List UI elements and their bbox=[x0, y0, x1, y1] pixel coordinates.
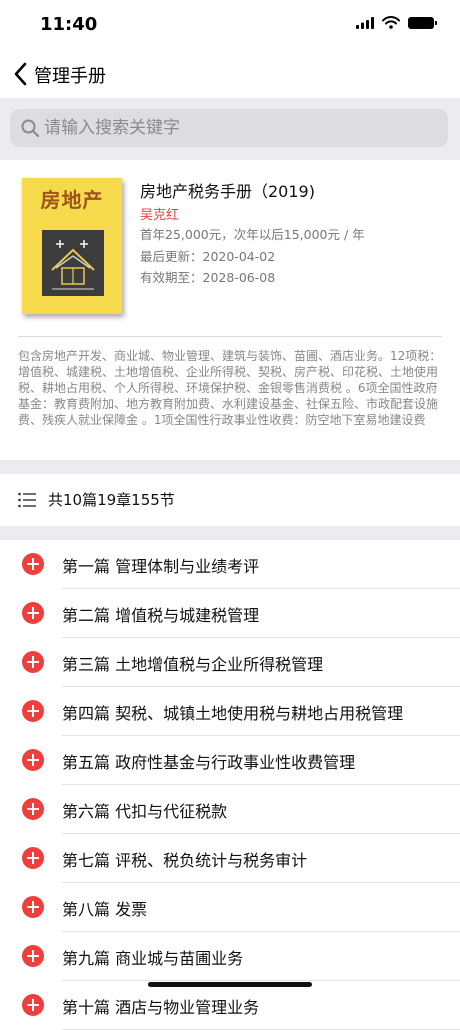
expand-plus-icon[interactable] bbox=[22, 651, 44, 673]
chapter-item[interactable]: 第二篇 增值税与城建税管理 bbox=[0, 589, 460, 638]
status-icons bbox=[356, 16, 437, 29]
back-chevron-icon[interactable] bbox=[12, 62, 30, 86]
chapter-item[interactable]: 第一篇 管理体制与业绩考评 bbox=[0, 540, 460, 589]
expand-plus-icon[interactable] bbox=[22, 553, 44, 575]
section-gap bbox=[0, 526, 460, 540]
chapter-item[interactable]: 第五篇 政府性基金与行政事业性收费管理 bbox=[0, 736, 460, 785]
chapter-label: 第八篇 发票 bbox=[62, 900, 148, 919]
expand-plus-icon[interactable] bbox=[22, 994, 44, 1016]
nav-bar: 管理手册 bbox=[0, 50, 460, 98]
expand-plus-icon[interactable] bbox=[22, 602, 44, 624]
search-box[interactable] bbox=[10, 109, 448, 147]
divider bbox=[18, 336, 442, 337]
chapter-item[interactable]: 第三篇 土地增值税与企业所得税管理 bbox=[0, 638, 460, 687]
chapter-label: 第一篇 管理体制与业绩考评 bbox=[62, 557, 260, 576]
chapter-item[interactable]: 第七篇 评税、税负统计与税务审计 bbox=[0, 834, 460, 883]
book-expires: 有效期至：2028-06-08 bbox=[140, 270, 276, 285]
status-bar: 11:40 bbox=[0, 0, 460, 50]
chapter-list: 第一篇 管理体制与业绩考评 第二篇 增值税与城建税管理 第三篇 土地增值税与企业… bbox=[0, 540, 460, 1030]
chapter-label: 第十篇 酒店与物业管理业务 bbox=[62, 998, 260, 1017]
book-last-update: 最后更新：2020-04-02 bbox=[140, 249, 276, 264]
book-card: 房地产 房地产税务手册（2019) 吴克红 首年25,000元，次年以后15,0… bbox=[0, 160, 460, 460]
chapter-label: 第三篇 土地增值税与企业所得税管理 bbox=[62, 655, 324, 674]
chapter-item[interactable]: 第八篇 发票 bbox=[0, 883, 460, 932]
cover-photo bbox=[42, 230, 104, 296]
section-gap bbox=[0, 460, 460, 474]
expand-plus-icon[interactable] bbox=[22, 700, 44, 722]
battery-icon bbox=[408, 16, 437, 29]
chapter-label: 第七篇 评税、税负统计与税务审计 bbox=[62, 851, 308, 870]
expand-plus-icon[interactable] bbox=[22, 896, 44, 918]
chapter-label: 第九篇 商业城与苗圃业务 bbox=[62, 949, 244, 968]
book-price: 首年25,000元，次年以后15,000元 / 年 bbox=[140, 227, 365, 242]
expand-plus-icon[interactable] bbox=[22, 798, 44, 820]
list-icon bbox=[18, 492, 36, 508]
expand-plus-icon[interactable] bbox=[22, 749, 44, 771]
chapter-item[interactable]: 第六篇 代扣与代征税款 bbox=[0, 785, 460, 834]
chapter-label: 第六篇 代扣与代征税款 bbox=[62, 802, 228, 821]
nav-title[interactable]: 管理手册 bbox=[34, 62, 106, 88]
summary-row[interactable]: 共10篇19章155节 bbox=[0, 474, 460, 526]
chapter-label: 第五篇 政府性基金与行政事业性收费管理 bbox=[62, 753, 356, 772]
chapter-item[interactable]: 第十篇 酒店与物业管理业务 bbox=[0, 981, 460, 1030]
search-icon bbox=[21, 119, 40, 138]
home-indicator bbox=[148, 982, 312, 987]
building-icon bbox=[42, 230, 104, 296]
search-area bbox=[0, 98, 460, 160]
book-title: 房地产税务手册（2019) bbox=[140, 182, 315, 201]
status-time: 11:40 bbox=[40, 14, 98, 35]
book-author[interactable]: 吴克红 bbox=[140, 204, 179, 223]
expand-plus-icon[interactable] bbox=[22, 847, 44, 869]
book-description: 包含房地产开发、商业城、物业管理、建筑与装饰、苗圃、酒店业务。12项税：增值税、… bbox=[18, 349, 442, 427]
expand-plus-icon[interactable] bbox=[22, 945, 44, 967]
chapter-item[interactable]: 第四篇 契税、城镇土地使用税与耕地占用税管理 bbox=[0, 687, 460, 736]
book-cover[interactable]: 房地产 bbox=[22, 178, 122, 314]
search-input[interactable] bbox=[44, 109, 434, 147]
chapter-label: 第四篇 契税、城镇土地使用税与耕地占用税管理 bbox=[62, 704, 404, 723]
signal-icon bbox=[356, 16, 374, 29]
wifi-icon bbox=[382, 16, 400, 29]
cover-title: 房地产 bbox=[40, 188, 104, 212]
chapter-label: 第二篇 增值税与城建税管理 bbox=[62, 606, 260, 625]
chapter-item[interactable]: 第九篇 商业城与苗圃业务 bbox=[0, 932, 460, 981]
summary-text: 共10篇19章155节 bbox=[48, 491, 175, 509]
